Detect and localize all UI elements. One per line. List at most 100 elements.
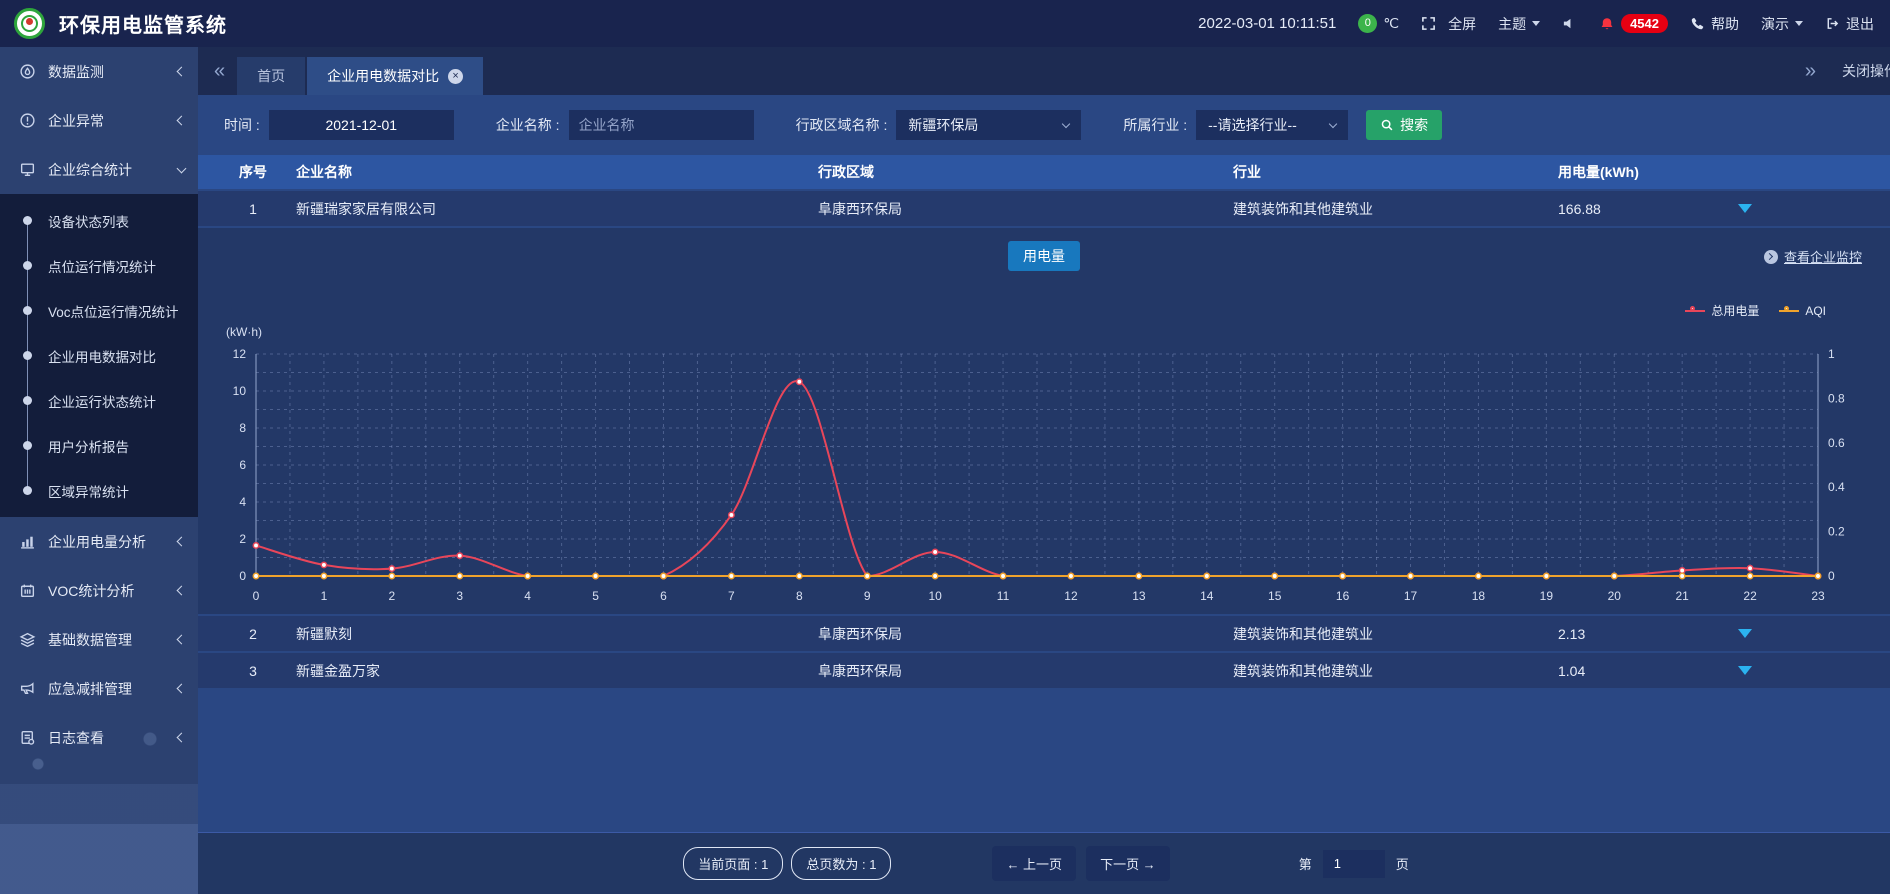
view-company-monitor-link[interactable]: 查看企业监控 <box>1764 247 1862 266</box>
sidebar-item-label: 日志查看 <box>48 728 166 748</box>
app-logo-icon <box>14 8 45 39</box>
sidebar-item-emergency-reduce[interactable]: 应急减排管理 <box>0 664 198 713</box>
close-operations-button[interactable]: 关闭操作 <box>1842 61 1890 81</box>
row-detail-panel: 用电量 查看企业监控 总用电量 AQI <box>198 228 1890 614</box>
prev-page-button[interactable]: ← 上一页 <box>992 846 1076 881</box>
sidebar-subitem-usage-compare[interactable]: 企业用电数据对比 <box>0 333 198 378</box>
help-label: 帮助 <box>1711 14 1739 34</box>
sidebar-subitem-user-report[interactable]: 用户分析报告 <box>0 423 198 468</box>
table-row[interactable]: 1 新疆瑞家家居有限公司 阜康西环保局 建筑装饰和其他建筑业 166.88 <box>198 191 1890 226</box>
help-button[interactable]: 帮助 <box>1690 14 1739 34</box>
next-page-button[interactable]: 下一页 → <box>1086 846 1170 881</box>
column-header-kwh: 用电量(kWh) <box>1558 162 1738 182</box>
table-row[interactable]: 2 新疆默刻 阜康西环保局 建筑装饰和其他建筑业 2.13 <box>198 616 1890 651</box>
logout-label: 退出 <box>1846 14 1874 34</box>
expand-row-arrow[interactable] <box>1738 204 1752 213</box>
sidebar: 数据监测 企业异常 企业综合统计 设备状态列表 <box>0 47 198 894</box>
sidebar-item-log-view[interactable]: 日志查看 <box>0 713 198 762</box>
tab-bar-right: » 关闭操作 <box>1805 61 1890 81</box>
sidebar-item-label: 数据监测 <box>48 62 166 82</box>
log-icon <box>19 729 36 746</box>
sidebar-subitem-point-status[interactable]: 点位运行情况统计 <box>0 243 198 288</box>
tab-usage-compare[interactable]: 企业用电数据对比 × <box>307 57 483 95</box>
bullet-dot-icon <box>23 216 32 225</box>
sidebar-submenu: 设备状态列表 点位运行情况统计 Voc点位运行情况统计 企业用电数据对比 企业运… <box>0 194 198 517</box>
expand-row-arrow[interactable] <box>1738 629 1752 638</box>
svg-text:6: 6 <box>660 589 667 603</box>
tab-close-icon[interactable]: × <box>448 69 463 84</box>
svg-text:23: 23 <box>1811 589 1825 603</box>
caret-down-icon <box>1795 21 1803 26</box>
bell-icon <box>1599 16 1615 32</box>
chart-legend: 总用电量 AQI <box>1685 302 1826 319</box>
sidebar-subitem-voc-point-status[interactable]: Voc点位运行情况统计 <box>0 288 198 333</box>
sidebar-subitem-run-status[interactable]: 企业运行状态统计 <box>0 378 198 423</box>
sidebar-subitem-device-status[interactable]: 设备状态列表 <box>0 198 198 243</box>
sidebar-subitem-region-abnormal[interactable]: 区域异常统计 <box>0 468 198 513</box>
svg-text:0.4: 0.4 <box>1828 480 1845 494</box>
tab-home[interactable]: 首页 <box>237 57 305 95</box>
speaker-icon <box>1562 16 1577 31</box>
caret-down-icon <box>1532 21 1540 26</box>
time-label: 时间 : <box>224 115 260 135</box>
sidebar-item-company-abnormal[interactable]: 企业异常 <box>0 96 198 145</box>
svg-text:20: 20 <box>1608 589 1622 603</box>
sidebar-item-usage-analysis[interactable]: 企业用电量分析 <box>0 517 198 566</box>
table-row[interactable]: 3 新疆金盈万家 阜康西环保局 建筑装饰和其他建筑业 1.04 <box>198 653 1890 688</box>
detail-toolbar: 用电量 查看企业监控 <box>210 240 1878 272</box>
chevron-left-icon <box>177 67 187 77</box>
tabs-scroll-right-icon[interactable]: » <box>1805 61 1816 81</box>
bullet-dot-icon <box>23 486 32 495</box>
notification-count-badge: 4542 <box>1621 14 1668 33</box>
time-input[interactable] <box>269 110 454 140</box>
svg-text:9: 9 <box>864 589 871 603</box>
chevron-down-icon <box>177 163 187 173</box>
page-number-input[interactable] <box>1323 850 1385 878</box>
column-header-company: 企业名称 <box>288 162 818 182</box>
svg-text:6: 6 <box>239 458 246 472</box>
industry-select[interactable]: --请选择行业-- <box>1196 110 1348 140</box>
svg-text:8: 8 <box>239 421 246 435</box>
temperature-unit: ℃ <box>1383 15 1399 32</box>
notifications-button[interactable]: 4542 <box>1599 14 1668 33</box>
svg-text:7: 7 <box>728 589 735 603</box>
svg-text:1: 1 <box>1828 347 1835 361</box>
svg-text:14: 14 <box>1200 589 1214 603</box>
top-header: 环保用电监管系统 2022-03-01 10:11:51 0 ℃ 全屏 主题 <box>0 0 1890 47</box>
sidebar-item-data-monitoring[interactable]: 数据监测 <box>0 47 198 96</box>
svg-text:17: 17 <box>1404 589 1418 603</box>
svg-text:(kW·h): (kW·h) <box>226 325 262 339</box>
usage-tab-button[interactable]: 用电量 <box>1008 241 1080 271</box>
region-select[interactable]: 新疆环保局 <box>896 110 1081 140</box>
sidebar-item-label: 应急减排管理 <box>48 679 166 699</box>
app-title: 环保用电监管系统 <box>59 9 227 38</box>
alert-circle-icon <box>19 112 36 129</box>
page-jump: 第 页 <box>1299 850 1409 878</box>
legend-item-total-usage[interactable]: 总用电量 <box>1685 302 1759 319</box>
theme-menu[interactable]: 主题 <box>1498 14 1540 34</box>
fullscreen-button[interactable]: 全屏 <box>1421 14 1476 34</box>
filter-bar: 时间 : 企业名称 : 行政区域名称 : 新疆环保局 所属行业 : --请选择行… <box>198 95 1890 155</box>
svg-text:13: 13 <box>1132 589 1146 603</box>
sidebar-item-base-data[interactable]: 基础数据管理 <box>0 615 198 664</box>
mute-button[interactable] <box>1562 16 1577 31</box>
expand-row-arrow[interactable] <box>1738 666 1752 675</box>
chevron-left-icon <box>177 537 187 547</box>
demo-menu[interactable]: 演示 <box>1761 14 1803 34</box>
tabs-scroll-left-icon[interactable]: « <box>202 61 237 81</box>
search-button[interactable]: 搜索 <box>1366 110 1442 140</box>
pagination-bar: 当前页面 : 1 总页数为 : 1 ← 上一页 下一页 → 第 页 <box>198 832 1890 894</box>
svg-text:3: 3 <box>456 589 463 603</box>
sidebar-item-voc-analysis[interactable]: VOC统计分析 <box>0 566 198 615</box>
legend-item-aqi[interactable]: AQI <box>1779 304 1826 318</box>
chevron-left-icon <box>177 684 187 694</box>
company-name-input[interactable] <box>569 110 754 140</box>
svg-text:8: 8 <box>796 589 803 603</box>
sidebar-item-company-statistics[interactable]: 企业综合统计 <box>0 145 198 194</box>
logout-button[interactable]: 退出 <box>1825 14 1874 34</box>
datetime-text: 2022-03-01 10:11:51 <box>1198 15 1336 32</box>
svg-text:2: 2 <box>388 589 395 603</box>
circle-arrow-icon <box>1764 250 1778 264</box>
phone-icon <box>1690 16 1705 31</box>
region-label: 行政区域名称 : <box>796 115 888 135</box>
